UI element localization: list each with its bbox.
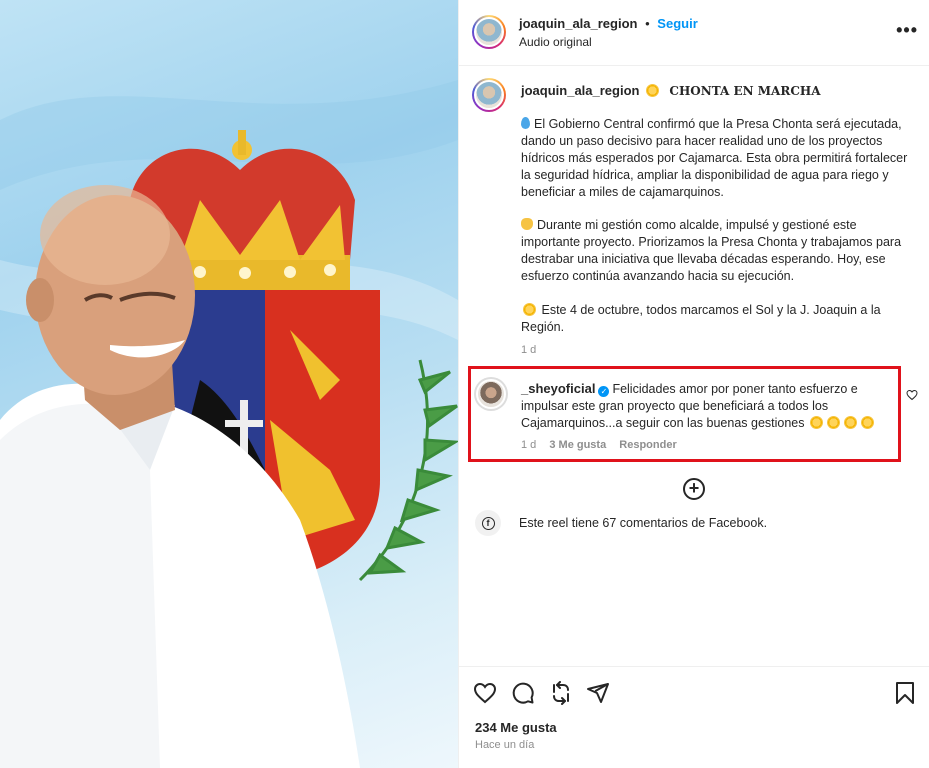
reel-video[interactable] — [0, 0, 458, 768]
sun-emoji-group — [808, 416, 876, 430]
sun-icon — [645, 84, 659, 97]
sun-icon — [861, 416, 874, 429]
author-username[interactable]: joaquin_ala_region — [519, 16, 637, 31]
heart-icon[interactable] — [473, 681, 497, 710]
like-count[interactable]: 234 Me gusta — [475, 720, 557, 735]
reply-button[interactable]: Responder — [619, 439, 676, 451]
bookmark-icon[interactable] — [894, 681, 916, 710]
caption-username[interactable]: joaquin_ala_region — [521, 83, 639, 98]
comment-icon[interactable] — [511, 681, 535, 710]
reel-image — [0, 80, 458, 768]
sun-icon — [523, 303, 536, 316]
handshake-icon — [521, 218, 533, 230]
caption-text-3: Este 4 de octubre, todos marcamos el Sol… — [521, 303, 881, 334]
caption-text-2: Durante mi gestión como alcalde, impulsé… — [521, 218, 902, 283]
author-line: joaquin_ala_region • Seguir — [519, 16, 698, 31]
separator-dot: • — [645, 16, 650, 31]
caption-avatar[interactable] — [472, 78, 506, 112]
post-panel: joaquin_ala_region • Seguir Audio origin… — [458, 0, 929, 768]
facebook-icon: f — [475, 510, 501, 536]
caption-paragraph: Durante mi gestión como alcalde, impulsé… — [521, 217, 911, 285]
post-header: joaquin_ala_region • Seguir Audio origin… — [459, 0, 929, 66]
caption-paragraph: El Gobierno Central confirmó que la Pres… — [521, 116, 911, 201]
caption-title: CHONTA EN MARCHA — [669, 84, 821, 98]
facebook-comments-text: Este reel tiene 67 comentarios de Facebo… — [519, 516, 768, 530]
audio-link[interactable]: Audio original — [519, 35, 592, 49]
follow-button[interactable]: Seguir — [657, 16, 697, 31]
sun-icon — [810, 416, 823, 429]
comment-likes[interactable]: 3 Me gusta — [549, 439, 606, 451]
comment-time[interactable]: 1 d — [521, 439, 536, 451]
facebook-comments-row[interactable]: f Este reel tiene 67 comentarios de Face… — [475, 510, 915, 536]
commenter-avatar[interactable] — [474, 377, 508, 411]
author-avatar[interactable] — [472, 15, 506, 49]
verified-icon: ✓ — [598, 386, 610, 397]
caption-text-1: El Gobierno Central confirmó que la Pres… — [521, 117, 908, 199]
sun-icon — [827, 416, 840, 429]
commenter-username[interactable]: _sheyoficial — [521, 381, 595, 396]
share-icon[interactable] — [586, 681, 610, 710]
plus-circle-icon[interactable]: + — [683, 478, 705, 500]
caption-paragraph: Este 4 de octubre, todos marcamos el Sol… — [521, 302, 911, 336]
caption-time[interactable]: 1 d — [521, 344, 536, 356]
more-icon[interactable]: ••• — [896, 20, 918, 41]
comment-item: _sheyoficial ✓ Felicidades amor por poner … — [468, 366, 901, 462]
comment-heart-icon[interactable] — [906, 388, 918, 406]
repost-icon[interactable] — [549, 681, 573, 710]
caption-header: joaquin_ala_region CHONTA EN MARCHA — [521, 82, 821, 100]
comment-body: _sheyoficial ✓ Felicidades amor por poner … — [521, 380, 901, 432]
droplet-icon — [521, 117, 530, 129]
comment-meta: 1 d 3 Me gusta Responder — [521, 439, 687, 451]
sun-icon — [844, 416, 857, 429]
action-bar: 234 Me gusta Hace un día — [459, 666, 929, 768]
posted-time: Hace un día — [475, 739, 535, 751]
